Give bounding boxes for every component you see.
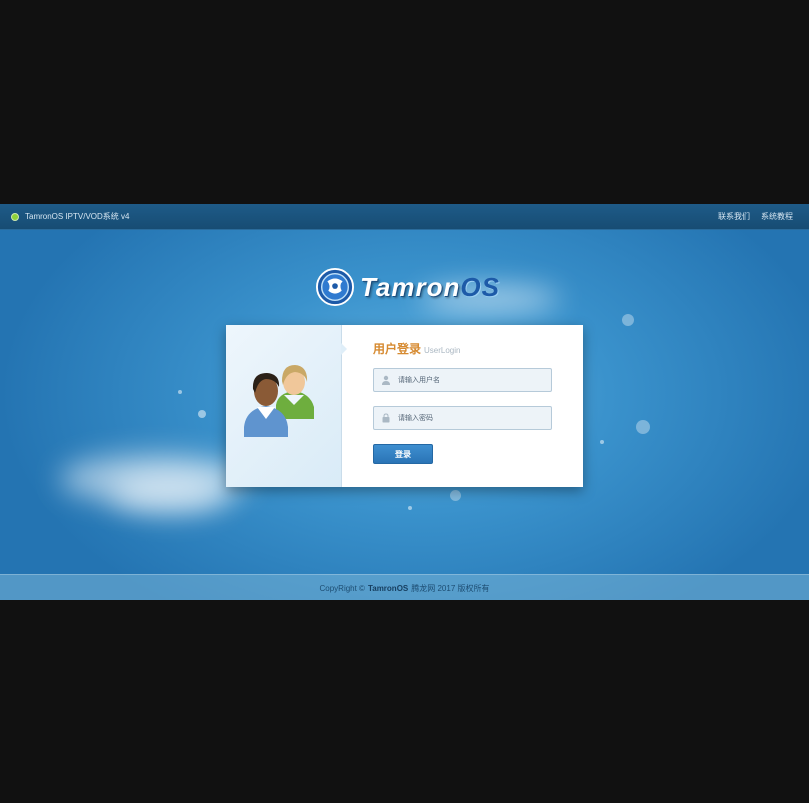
cloud-decoration (110, 474, 230, 514)
card-notch (341, 343, 347, 355)
bubble-decoration (636, 420, 650, 434)
footer: CopyRight © TamronOS 腾龙网 2017 版权所有 (0, 574, 809, 600)
top-bar: TamronOS IPTV/VOD系统 v4 联系我们 系统教程 (0, 204, 809, 230)
app-title-area: TamronOS IPTV/VOD系统 v4 (0, 211, 129, 222)
logo-text-primary: Tamron (360, 272, 461, 302)
contact-us-link[interactable]: 联系我们 (718, 211, 750, 222)
brand-logo: TamronOS (316, 268, 500, 306)
password-field[interactable] (373, 406, 552, 430)
username-field[interactable] (373, 368, 552, 392)
footer-suffix: 腾龙网 2017 版权所有 (411, 583, 490, 593)
logo-icon (316, 268, 354, 306)
app-title: TamronOS IPTV/VOD系统 v4 (25, 212, 130, 221)
bubble-decoration (450, 490, 461, 501)
login-card-illustration (226, 325, 342, 487)
login-card: 用户登录 UserLogin 登录 (226, 325, 583, 487)
footer-brand: TamronOS (367, 583, 409, 593)
bubble-decoration (198, 410, 206, 418)
tutorial-link[interactable]: 系统教程 (761, 211, 793, 222)
login-title: 用户登录 UserLogin (373, 340, 460, 357)
login-page: TamronOS IPTV/VOD系统 v4 联系我们 系统教程 TamronO… (0, 204, 809, 600)
users-icon (244, 365, 314, 437)
status-dot-icon (11, 212, 19, 221)
login-title-zh: 用户登录 (373, 342, 422, 356)
bubble-decoration (600, 440, 604, 444)
password-input[interactable] (396, 413, 550, 423)
logo-text-secondary: OS (460, 272, 500, 302)
user-icon (382, 375, 390, 385)
bubble-decoration (408, 506, 412, 510)
username-input[interactable] (396, 375, 550, 385)
login-title-en: UserLogin (424, 346, 461, 355)
top-links: 联系我们 系统教程 (718, 211, 809, 222)
bubble-decoration (178, 390, 182, 394)
logo-wordmark: TamronOS (360, 274, 500, 300)
bubble-decoration (622, 314, 634, 326)
login-button[interactable]: 登录 (373, 444, 433, 464)
lock-icon (382, 413, 390, 423)
footer-prefix: CopyRight © (319, 583, 365, 593)
